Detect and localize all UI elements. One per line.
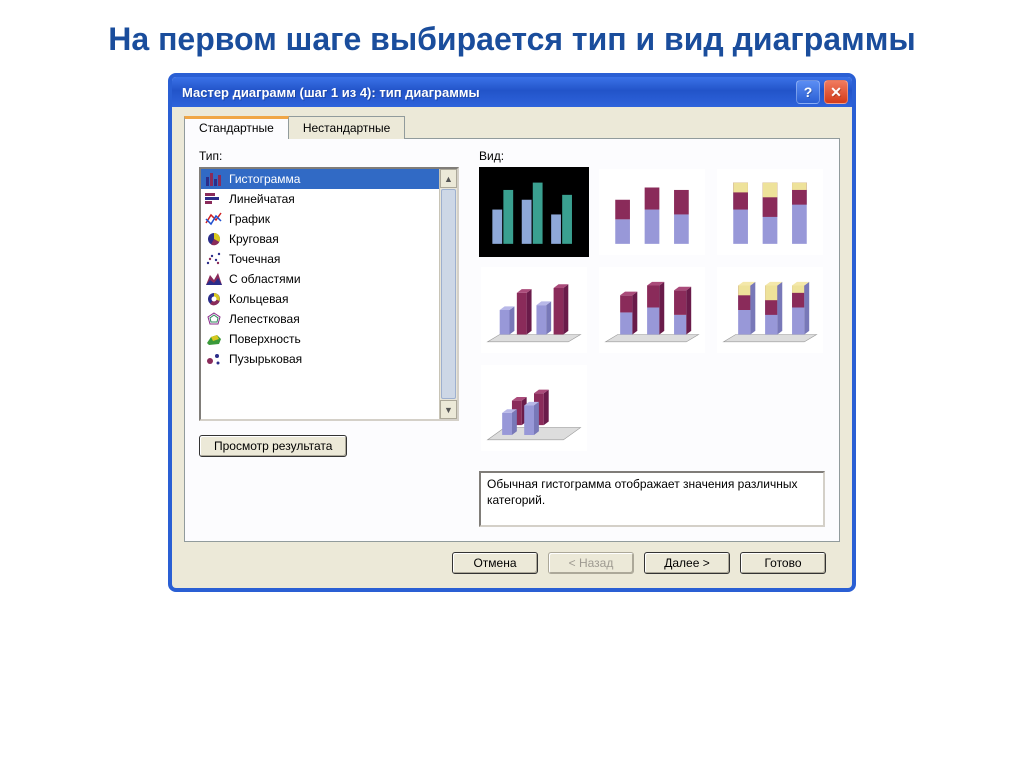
chart-type-item-bubble[interactable]: Пузырьковая [201,349,439,369]
chart-type-item-line[interactable]: График [201,209,439,229]
chart-wizard-dialog: Мастер диаграмм (шаг 1 из 4): тип диагра… [168,73,856,592]
close-icon: ✕ [830,84,842,101]
area-icon [205,271,223,287]
subtype-empty [597,363,707,449]
tabs: Стандартные Нестандартные [184,115,840,139]
chart-type-label: Кольцевая [229,292,288,306]
chart-type-item-surface[interactable]: Поверхность [201,329,439,349]
scroll-up-icon[interactable]: ▲ [440,169,457,188]
chart-type-item-radar[interactable]: Лепестковая [201,309,439,329]
chart-type-label: Поверхность [229,332,301,346]
chart-type-item-pie[interactable]: Круговая [201,229,439,249]
finish-button[interactable]: Готово [740,552,826,574]
chart-type-label: Круговая [229,232,279,246]
close-button[interactable]: ✕ [824,80,848,104]
hbar-icon [205,191,223,207]
chart-type-label: Лепестковая [229,312,300,326]
wizard-buttons: Отмена < Назад Далее > Готово [184,542,840,576]
tab-nonstandard[interactable]: Нестандартные [288,116,406,139]
subtype-3d-100-stacked-column[interactable] [715,265,825,355]
chart-type-item-histogram[interactable]: Гистограмма [201,169,439,189]
doughnut-icon [205,291,223,307]
titlebar[interactable]: Мастер диаграмм (шаг 1 из 4): тип диагра… [172,77,852,107]
tab-standard[interactable]: Стандартные [184,116,289,139]
chart-type-label: Пузырьковая [229,352,302,366]
line-icon [205,211,223,227]
cancel-button[interactable]: Отмена [452,552,538,574]
scatter-icon [205,251,223,267]
chart-type-label: Гистограмма [229,172,300,186]
next-button[interactable]: Далее > [644,552,730,574]
window-title: Мастер диаграмм (шаг 1 из 4): тип диагра… [182,85,796,100]
pie-icon [205,231,223,247]
chart-type-label: Линейчатая [229,192,295,206]
type-label: Тип: [199,149,459,163]
chart-type-label: Точечная [229,252,280,266]
bubble-icon [205,351,223,367]
radar-icon [205,311,223,327]
chart-type-item-bar[interactable]: Линейчатая [201,189,439,209]
chart-type-item-scatter[interactable]: Точечная [201,249,439,269]
chart-type-item-doughnut[interactable]: Кольцевая [201,289,439,309]
page-heading: На первом шаге выбирается тип и вид диаг… [0,0,1024,68]
back-button: < Назад [548,552,634,574]
chart-type-label: График [229,212,270,226]
subtype-3d-stacked-column[interactable] [597,265,707,355]
scroll-thumb[interactable] [441,189,456,399]
chart-type-label: С областями [229,272,301,286]
tab-panel: Тип: Гистограмма [184,139,840,542]
view-label: Вид: [479,149,825,163]
chart-type-item-area[interactable]: С областями [201,269,439,289]
subtype-description: Обычная гистограмма отображает значения … [479,471,825,527]
bar-icon [205,171,223,187]
surface-icon [205,331,223,347]
help-button[interactable]: ? [796,80,820,104]
chart-type-list[interactable]: Гистограмма Линейчатая [199,167,459,421]
subtype-stacked-column[interactable] [597,167,707,257]
scroll-down-icon[interactable]: ▼ [440,400,457,419]
preview-button[interactable]: Просмотр результата [199,435,347,457]
help-icon: ? [804,84,813,100]
subtype-3d-column[interactable] [479,363,589,453]
list-scrollbar[interactable]: ▲ ▼ [439,169,457,419]
subtype-100-stacked-column[interactable] [715,167,825,257]
chart-subtype-grid [479,167,825,453]
subtype-3d-clustered-column[interactable] [479,265,589,355]
subtype-empty [715,363,825,449]
subtype-clustered-column[interactable] [479,167,589,257]
